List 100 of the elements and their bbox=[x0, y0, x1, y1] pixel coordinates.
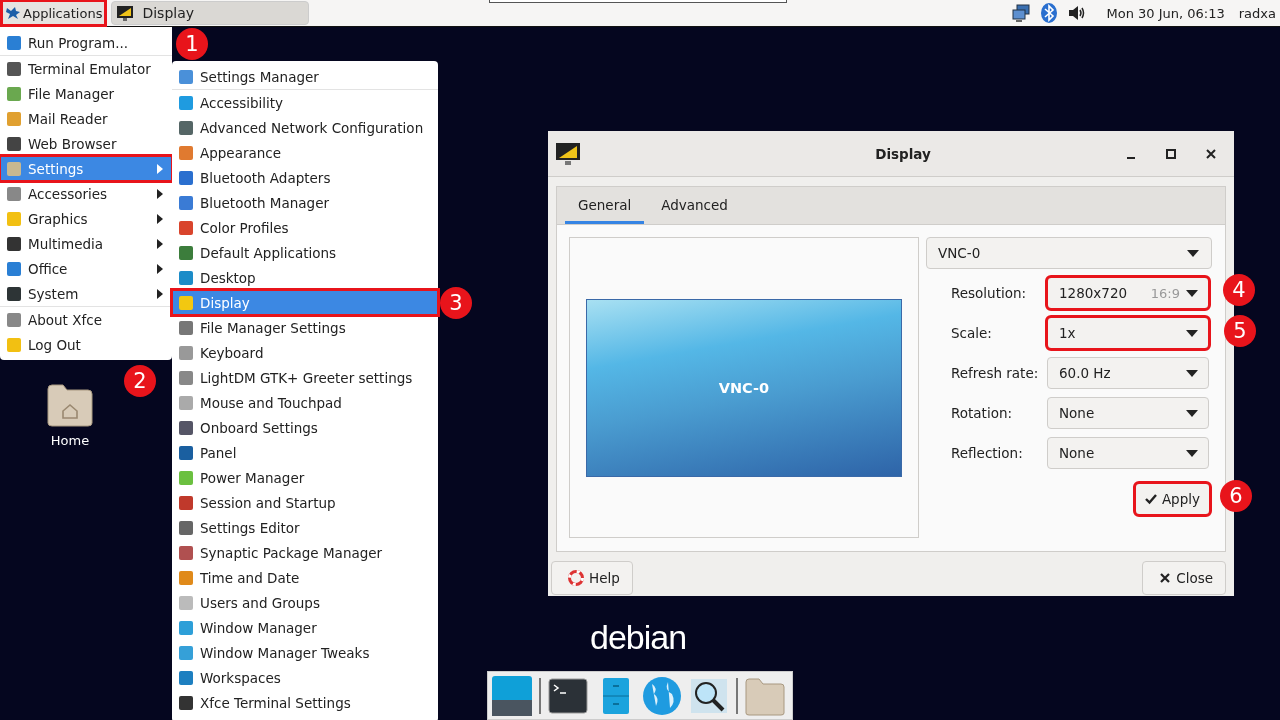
settings-app-icon bbox=[178, 219, 194, 236]
apply-button[interactable]: Apply bbox=[1134, 483, 1210, 515]
menu-item[interactable]: Display bbox=[172, 290, 438, 315]
menu-item[interactable]: Default Applications bbox=[172, 240, 438, 265]
dropdown[interactable]: 60.0 Hz bbox=[1047, 357, 1209, 389]
output-dropdown[interactable]: VNC-0 bbox=[926, 237, 1212, 269]
desktop-icon-label[interactable]: Home bbox=[50, 433, 90, 448]
close-button[interactable]: Close bbox=[1142, 561, 1226, 595]
menu-item[interactable]: Multimedia bbox=[0, 231, 172, 256]
terminal-icon[interactable] bbox=[548, 675, 588, 716]
window-title: Display bbox=[874, 145, 932, 162]
menu-item[interactable]: Run Program... bbox=[0, 30, 172, 55]
lifebuoy-icon bbox=[568, 570, 584, 586]
menu-item[interactable]: Time and Date bbox=[172, 565, 438, 590]
dropdown[interactable]: None bbox=[1047, 437, 1209, 469]
settings-app-icon bbox=[178, 394, 194, 411]
network-icon[interactable] bbox=[1010, 3, 1031, 23]
caret-icon bbox=[1187, 249, 1199, 257]
menu-item[interactable]: Terminal Emulator bbox=[0, 56, 172, 81]
menu-item[interactable]: Users and Groups bbox=[172, 590, 438, 615]
caret-icon bbox=[1186, 329, 1198, 337]
menu-item[interactable]: Desktop bbox=[172, 265, 438, 290]
dropdown[interactable]: 1x bbox=[1047, 317, 1209, 349]
settings-app-icon bbox=[178, 194, 194, 211]
menu-item[interactable]: Mail Reader bbox=[0, 106, 172, 131]
step-number-badge: 1 bbox=[176, 28, 208, 60]
menu-item[interactable]: Settings Editor bbox=[172, 515, 438, 540]
menu-item[interactable]: Advanced Network Configuration bbox=[172, 115, 438, 140]
submenu-arrow-icon bbox=[156, 162, 164, 175]
menu-item[interactable]: Bluetooth Manager bbox=[172, 190, 438, 215]
menu-item[interactable]: File Manager bbox=[0, 81, 172, 106]
menu-item[interactable]: Power Manager bbox=[172, 465, 438, 490]
step-number-badge: 6 bbox=[1220, 480, 1252, 512]
menu-item[interactable]: Xfce Terminal Settings bbox=[172, 690, 438, 715]
menu-item[interactable]: Onboard Settings bbox=[172, 415, 438, 440]
menu-item[interactable]: Bluetooth Adapters bbox=[172, 165, 438, 190]
menu-item[interactable]: File Manager Settings bbox=[172, 315, 438, 340]
close-icon[interactable] bbox=[1204, 146, 1218, 161]
app-icon bbox=[6, 34, 22, 51]
step-number-badge: 5 bbox=[1224, 315, 1256, 347]
display-icon bbox=[116, 4, 135, 22]
settings-app-icon bbox=[178, 68, 194, 85]
applications-menu-button[interactable]: Applications bbox=[2, 1, 106, 25]
menu-item[interactable]: Accessibility bbox=[172, 90, 438, 115]
settings-app-icon bbox=[178, 144, 194, 161]
menu-item[interactable]: Window Manager bbox=[172, 615, 438, 640]
menu-item[interactable]: Appearance bbox=[172, 140, 438, 165]
tab[interactable]: Advanced bbox=[648, 188, 741, 224]
menu-item[interactable]: Office bbox=[0, 256, 172, 281]
menu-item[interactable]: Web Browser bbox=[0, 131, 172, 156]
bluetooth-icon[interactable] bbox=[1038, 3, 1059, 23]
menu-item[interactable]: Graphics bbox=[0, 206, 172, 231]
settings-app-icon bbox=[178, 469, 194, 486]
app-icon bbox=[6, 235, 22, 252]
menu-item[interactable]: About Xfce bbox=[0, 307, 172, 332]
menu-item[interactable]: Mouse and Touchpad bbox=[172, 390, 438, 415]
home-folder-icon[interactable] bbox=[47, 383, 93, 427]
help-button[interactable]: Help bbox=[551, 561, 633, 595]
menu-item[interactable]: Workspaces bbox=[172, 665, 438, 690]
settings-app-icon bbox=[178, 244, 194, 261]
app-icon bbox=[6, 285, 22, 302]
taskbar-button[interactable]: Display bbox=[111, 1, 310, 25]
field-label: Reflection: bbox=[951, 445, 1024, 461]
maximize-icon[interactable] bbox=[1164, 146, 1178, 161]
dropdown[interactable]: None bbox=[1047, 397, 1209, 429]
menu-item[interactable]: Accessories bbox=[0, 181, 172, 206]
clock[interactable]: Mon 30 Jun, 06:13 bbox=[1106, 5, 1225, 21]
app-icon bbox=[6, 135, 22, 152]
menu-item[interactable]: Window Manager Tweaks bbox=[172, 640, 438, 665]
menu-item[interactable]: Log Out bbox=[0, 332, 172, 357]
app-icon bbox=[6, 110, 22, 127]
app-icon bbox=[6, 336, 22, 353]
menu-item[interactable]: Synaptic Package Manager bbox=[172, 540, 438, 565]
workspace-switcher[interactable] bbox=[489, 0, 788, 3]
tab[interactable]: General bbox=[565, 188, 645, 224]
menu-item[interactable]: System bbox=[0, 281, 172, 306]
submenu-arrow-icon bbox=[156, 212, 164, 225]
user-name[interactable]: radxa bbox=[1238, 5, 1276, 21]
caret-icon bbox=[1186, 449, 1198, 457]
menu-item[interactable]: LightDM GTK+ Greeter settings bbox=[172, 365, 438, 390]
menu-item[interactable]: Color Profiles bbox=[172, 215, 438, 240]
volume-icon[interactable] bbox=[1066, 3, 1087, 23]
field-label: Refresh rate: bbox=[951, 365, 1040, 381]
panel-icon[interactable] bbox=[492, 675, 532, 716]
menu-item[interactable]: Session and Startup bbox=[172, 490, 438, 515]
submenu-arrow-icon bbox=[156, 187, 164, 200]
app-icon bbox=[6, 60, 22, 77]
settings-app-icon bbox=[178, 444, 194, 461]
menu-item[interactable]: Panel bbox=[172, 440, 438, 465]
settings-app-icon bbox=[178, 169, 194, 186]
menu-item[interactable]: Keyboard bbox=[172, 340, 438, 365]
settings-app-icon bbox=[178, 619, 194, 636]
globe-icon[interactable] bbox=[642, 675, 682, 716]
menu-item[interactable]: Settings bbox=[0, 156, 172, 181]
settings-app-icon bbox=[178, 669, 194, 686]
dropdown[interactable]: 1280x720 16:9 bbox=[1047, 277, 1209, 309]
close-icon bbox=[1159, 572, 1172, 584]
menu-item[interactable]: Settings Manager bbox=[172, 64, 438, 89]
step-number-badge: 3 bbox=[440, 287, 472, 319]
settings-app-icon bbox=[178, 119, 194, 136]
